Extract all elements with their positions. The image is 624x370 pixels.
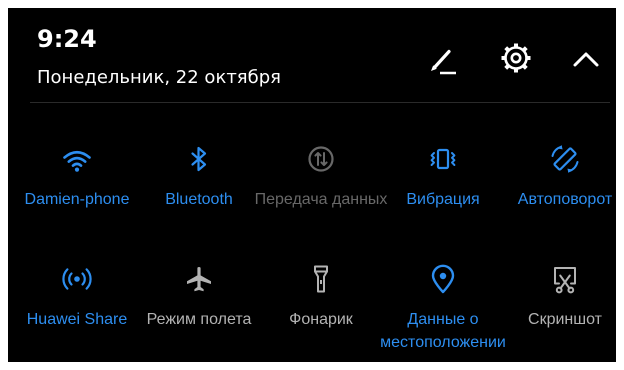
toggle-label: Передача данных (254, 191, 388, 208)
flashlight-icon (314, 265, 328, 293)
date-label: Понедельник, 22 октября (37, 67, 281, 88)
wifi-icon (63, 150, 91, 172)
screenshot-icon (554, 267, 576, 294)
bluetooth-icon (191, 146, 207, 172)
location-icon (431, 264, 455, 294)
notification-shade: 9:24 Понедельник, 22 октября Damien-phon… (8, 8, 616, 362)
toggle-flashlight[interactable]: Фонарик (258, 259, 384, 362)
settings-button[interactable] (494, 36, 538, 80)
toggle-label: Автоповорот (517, 191, 613, 208)
toggle-huawei-share[interactable]: Huawei Share (14, 259, 140, 362)
toggle-vibration[interactable]: Вибрация (380, 139, 506, 249)
toggle-airplane-mode[interactable]: Режим полета (136, 259, 262, 362)
toggle-auto-rotate[interactable]: Автоповорот (502, 139, 616, 249)
edit-icon (431, 49, 456, 75)
toggle-label: Вибрация (406, 191, 480, 208)
toggle-label: Damien-phone (24, 191, 130, 208)
huawei-share-icon (62, 268, 92, 290)
toggle-label: Данные о местоположении (380, 311, 506, 351)
header-divider (30, 102, 610, 103)
toggle-label: Bluetooth (165, 191, 233, 208)
toggle-label: Фонарик (289, 311, 353, 328)
toggle-screenshot[interactable]: Скриншот (502, 259, 616, 362)
edit-button[interactable] (421, 36, 465, 80)
mobile-data-icon (308, 146, 334, 172)
vibrate-icon (430, 148, 456, 170)
settings-gear-icon (501, 43, 531, 73)
toggle-bluetooth[interactable]: Bluetooth (136, 139, 262, 249)
toggle-wifi[interactable]: Damien-phone (14, 139, 140, 249)
collapse-chevron-icon (573, 52, 599, 67)
toggle-label: Скриншот (528, 311, 602, 328)
collapse-button[interactable] (564, 36, 608, 80)
toggle-label: Режим полета (146, 311, 252, 328)
toggle-mobile-data[interactable]: Передача данных (255, 139, 387, 249)
auto-rotate-icon (551, 145, 579, 173)
airplane-icon (187, 267, 211, 292)
clock-time: 9:24 (37, 25, 97, 53)
toggle-location[interactable]: Данные о местоположении (380, 259, 506, 362)
toggle-label: Huawei Share (26, 311, 128, 328)
